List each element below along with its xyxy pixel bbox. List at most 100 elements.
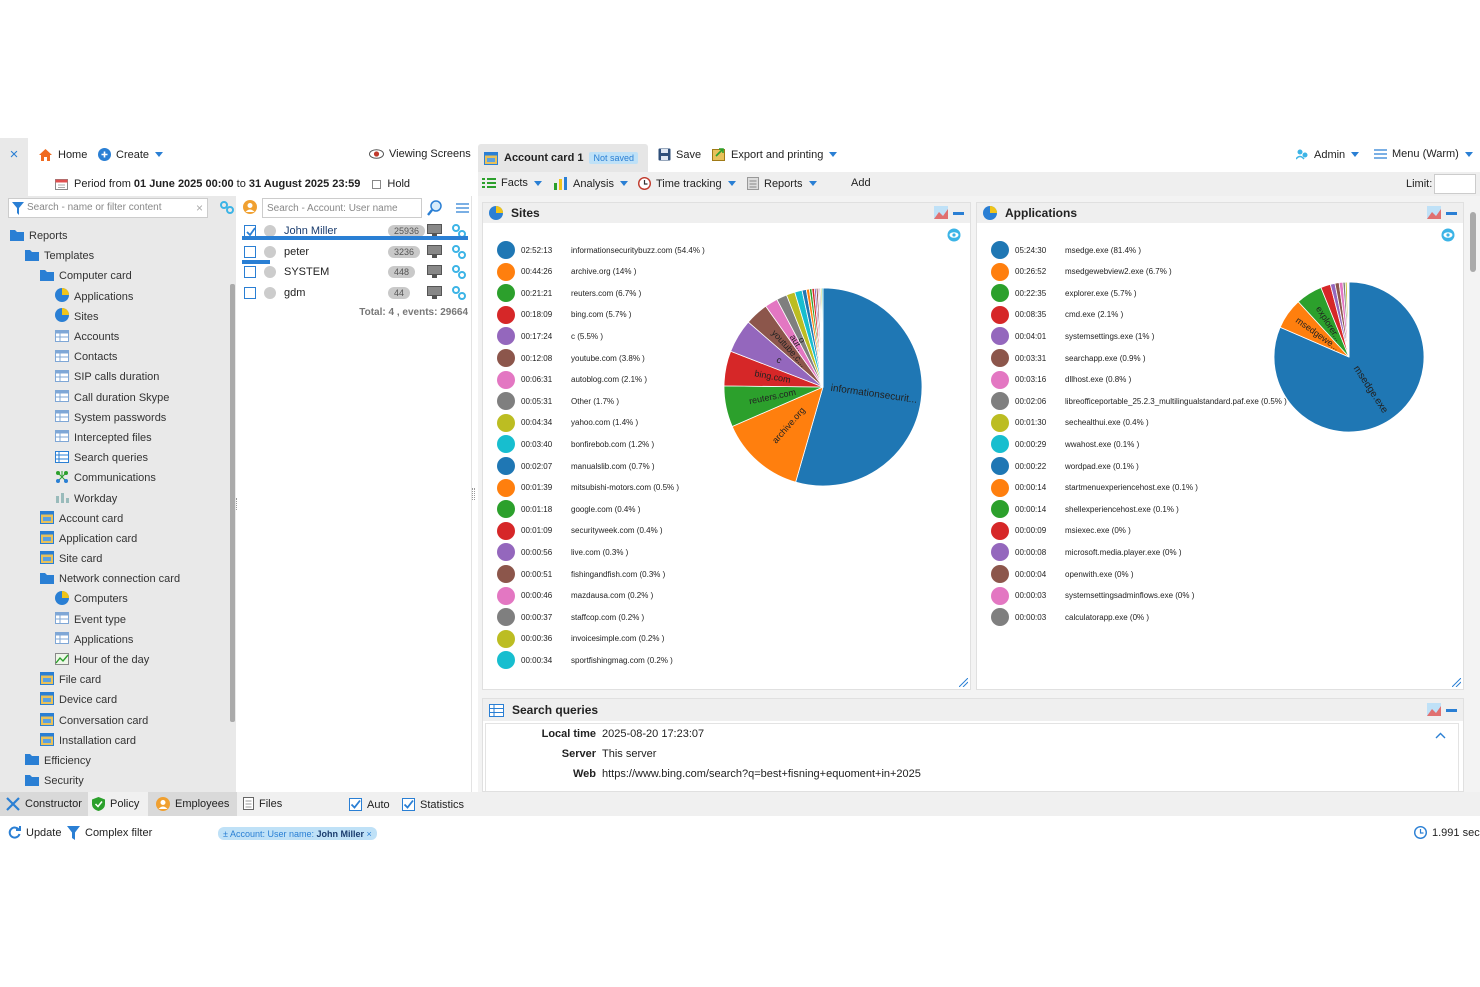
tree-item[interactable]: Contacts — [0, 347, 232, 367]
chart-settings-icon[interactable] — [934, 206, 948, 219]
legend-item[interactable]: 00:00:03 calculatorapp.exe (0% ) — [991, 608, 1149, 627]
legend-item[interactable]: 00:01:09 securityweek.com (0.4% ) — [497, 521, 663, 540]
reports-menu[interactable]: Reports — [747, 177, 817, 190]
main-scrollbar[interactable] — [1470, 198, 1476, 788]
legend-item[interactable]: 00:44:26 archive.org (14% ) — [497, 262, 636, 281]
tree-item[interactable]: Event type — [0, 610, 232, 630]
update-button[interactable]: Update — [8, 826, 61, 839]
legend-item[interactable]: 00:00:14 shellexperiencehost.exe (0.1% ) — [991, 500, 1179, 519]
account-search-input[interactable]: Search - Account: User name — [262, 198, 422, 218]
create-menu[interactable]: Create — [98, 148, 164, 161]
legend-item[interactable]: 00:03:40 bonfirebob.com (1.2% ) — [497, 435, 654, 454]
legend-item[interactable]: 00:00:46 mazdausa.com (0.2% ) — [497, 586, 653, 605]
tree-item[interactable]: Communications — [0, 468, 232, 488]
tree-item[interactable]: Conversation card — [0, 711, 232, 731]
filter-chip[interactable]: ± Account: User name: John Miller × — [218, 827, 377, 840]
account-row[interactable]: SYSTEM 448 — [242, 262, 468, 282]
legend-item[interactable]: 02:52:13 informationsecuritybuzz.com (54.… — [497, 241, 705, 259]
link-icon[interactable] — [452, 286, 466, 301]
tree-item[interactable]: Site card — [0, 549, 232, 569]
legend-item[interactable]: 00:06:31 autoblog.com (2.1% ) — [497, 370, 647, 389]
auto-checkbox[interactable]: Auto — [349, 798, 390, 811]
period-from[interactable]: 01 June 2025 00:00 — [134, 178, 234, 190]
legend-item[interactable]: 00:21:21 reuters.com (6.7% ) — [497, 284, 641, 303]
admin-menu[interactable]: Admin — [1296, 148, 1360, 161]
calendar-icon[interactable] — [55, 178, 68, 190]
tree-item[interactable]: Search queries — [0, 448, 232, 468]
chart-settings-icon[interactable] — [1427, 703, 1441, 716]
legend-item[interactable]: 00:02:07 manualslib.com (0.7% ) — [497, 457, 655, 475]
clear-icon[interactable]: × — [196, 201, 203, 215]
time-tracking-menu[interactable]: Time tracking — [638, 177, 736, 190]
link-icon[interactable] — [452, 265, 466, 280]
tree-item[interactable]: Application card — [0, 529, 232, 549]
legend-item[interactable]: 05:24:30 msedge.exe (81.4% ) — [991, 241, 1141, 259]
sidebar-scrollbar[interactable] — [230, 284, 235, 722]
tree-item[interactable]: Account card — [0, 509, 232, 529]
tab-policy[interactable]: Policy — [92, 797, 139, 811]
close-icon[interactable]: × — [367, 829, 372, 839]
web-value[interactable]: https://www.bing.com/search?q=best+fisni… — [602, 768, 921, 780]
link-icon[interactable] — [452, 244, 466, 259]
tree-item[interactable]: Applications — [0, 630, 232, 650]
resize-handle-icon[interactable] — [1452, 678, 1461, 687]
legend-item[interactable]: 00:00:03 systemsettingsadminflows.exe (0%… — [991, 586, 1194, 605]
tree-item[interactable]: Reports — [0, 226, 232, 246]
minimize-icon[interactable] — [953, 212, 964, 215]
tree-item[interactable]: Sites — [0, 307, 232, 327]
close-icon[interactable]: × — [0, 138, 28, 172]
tree-item[interactable]: Efficiency — [0, 751, 232, 771]
eye-toggle-icon[interactable] — [947, 228, 961, 242]
export-printing-menu[interactable]: Export and printing — [712, 148, 838, 161]
tree-item[interactable]: System passwords — [0, 408, 232, 428]
tree-item[interactable]: Computer card — [0, 266, 232, 286]
period-to[interactable]: 31 August 2025 23:59 — [249, 178, 360, 190]
monitor-icon[interactable] — [427, 286, 442, 300]
tree-item[interactable]: SIP calls duration — [0, 367, 232, 387]
legend-item[interactable]: 00:00:36 invoicesimple.com (0.2% ) — [497, 629, 664, 648]
row-checkbox[interactable] — [244, 287, 256, 300]
resize-handle-icon[interactable] — [959, 678, 968, 687]
tab-files[interactable]: Files — [243, 797, 282, 810]
legend-item[interactable]: 00:18:09 bing.com (5.7% ) — [497, 305, 631, 324]
tree-item[interactable]: Hour of the day — [0, 650, 232, 670]
tab-constructor[interactable]: Constructor — [0, 792, 88, 816]
analysis-menu[interactable]: Analysis — [554, 177, 628, 190]
legend-item[interactable]: 00:00:51 fishingandfish.com (0.3% ) — [497, 565, 665, 583]
eye-toggle-icon[interactable] — [1441, 228, 1455, 242]
complex-filter-button[interactable]: Complex filter — [67, 826, 152, 840]
legend-item[interactable]: 00:00:56 live.com (0.3% ) — [497, 543, 628, 562]
tree-item[interactable]: Workday — [0, 488, 232, 508]
tree-item[interactable]: Device card — [0, 690, 232, 710]
facts-menu[interactable]: Facts — [482, 177, 542, 189]
legend-item[interactable]: 00:01:30 sechealthui.exe (0.4% ) — [991, 413, 1149, 432]
tree-item[interactable]: Network connection card — [0, 569, 232, 589]
legend-item[interactable]: 00:08:35 cmd.exe (2.1% ) — [991, 305, 1123, 324]
hold-checkbox[interactable] — [372, 179, 382, 189]
minimize-icon[interactable] — [1446, 709, 1457, 712]
legend-item[interactable]: 00:00:08 microsoft.media.player.exe (0% ) — [991, 543, 1182, 562]
legend-item[interactable]: 00:01:18 google.com (0.4% ) — [497, 500, 640, 519]
legend-item[interactable]: 00:00:34 sportfishingmag.com (0.2% ) — [497, 651, 673, 670]
limit-input[interactable] — [1434, 174, 1476, 194]
row-checkbox[interactable] — [244, 245, 256, 258]
tab-account-card[interactable]: Account card 1 Not saved — [478, 144, 648, 172]
statistics-checkbox[interactable]: Statistics — [402, 798, 464, 811]
add-button[interactable]: Add — [851, 177, 871, 189]
tree-item[interactable]: Security — [0, 771, 232, 791]
legend-item[interactable]: 00:26:52 msedgewebview2.exe (6.7% ) — [991, 262, 1172, 281]
tree-item[interactable]: Call duration Skype — [0, 388, 232, 408]
legend-item[interactable]: 00:01:39 mitsubishi-motors.com (0.5% ) — [497, 478, 679, 497]
tree-item[interactable]: Computers — [0, 589, 232, 609]
legend-item[interactable]: 00:03:31 searchapp.exe (0.9% ) — [991, 349, 1146, 367]
legend-item[interactable]: 00:02:06 libreofficeportable_25.2.3_multi… — [991, 392, 1287, 411]
tree-item[interactable]: Templates — [0, 246, 232, 266]
account-row[interactable]: peter 3236 — [242, 242, 468, 262]
legend-item[interactable]: 00:04:01 systemsettings.exe (1% ) — [991, 327, 1154, 346]
legend-item[interactable]: 00:00:04 openwith.exe (0% ) — [991, 565, 1133, 583]
account-row[interactable]: gdm 44 — [242, 283, 468, 303]
legend-item[interactable]: 00:00:09 msiexec.exe (0% ) — [991, 521, 1131, 540]
viewing-screens-button[interactable]: Viewing Screens — [369, 148, 471, 160]
gear-link-icon[interactable] — [220, 201, 234, 214]
tree-item[interactable]: Accounts — [0, 327, 232, 347]
